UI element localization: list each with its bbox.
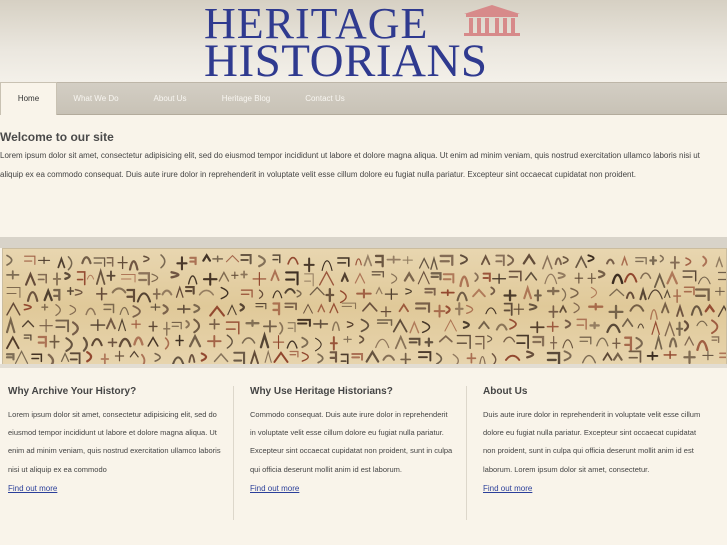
welcome-text: Lorem ipsum dolor sit amet, consectetur … bbox=[0, 151, 700, 179]
column-why-use: Why Use Heritage Historians? Commodo con… bbox=[250, 386, 453, 493]
logo-line-2: HISTORIANS bbox=[204, 35, 488, 87]
column-text: Lorem ipsum dolor sit amet, consectetur … bbox=[8, 410, 221, 474]
find-out-more-link[interactable]: Find out more bbox=[8, 484, 223, 493]
temple-icon bbox=[464, 5, 520, 36]
column-title: Why Archive Your History? bbox=[8, 386, 137, 397]
column-divider bbox=[466, 386, 467, 520]
banner-bottom-band bbox=[0, 364, 727, 368]
find-out-more-link[interactable]: Find out more bbox=[250, 484, 453, 493]
nav-what-we-do[interactable]: What We Do bbox=[60, 83, 132, 114]
site-header: HERITAGE HISTORIANS bbox=[0, 0, 727, 87]
column-text: Duis aute irure dolor in reprehenderit i… bbox=[483, 410, 701, 474]
nav-home[interactable]: Home bbox=[0, 82, 57, 115]
main-nav: Home What We Do About Us Heritage Blog C… bbox=[0, 82, 727, 115]
column-divider bbox=[233, 386, 234, 520]
column-title: Why Use Heritage Historians? bbox=[250, 386, 393, 397]
welcome-title: Welcome to our site bbox=[0, 130, 114, 144]
column-about: About Us Duis aute irure dolor in repreh… bbox=[483, 386, 703, 493]
find-out-more-link[interactable]: Find out more bbox=[483, 484, 703, 493]
hieroglyph-papyrus-image bbox=[2, 248, 727, 365]
nav-about-us[interactable]: About Us bbox=[140, 83, 200, 114]
column-title: About Us bbox=[483, 386, 528, 397]
site-logo[interactable]: HERITAGE HISTORIANS bbox=[204, 0, 534, 87]
nav-contact-us[interactable]: Contact Us bbox=[292, 83, 358, 114]
nav-heritage-blog[interactable]: Heritage Blog bbox=[210, 83, 282, 114]
column-archive: Why Archive Your History? Lorem ipsum do… bbox=[8, 386, 223, 493]
banner-top-band bbox=[0, 237, 727, 248]
hieroglyph-pattern bbox=[5, 253, 726, 364]
column-text: Commodo consequat. Duis aute irure dolor… bbox=[250, 410, 453, 474]
